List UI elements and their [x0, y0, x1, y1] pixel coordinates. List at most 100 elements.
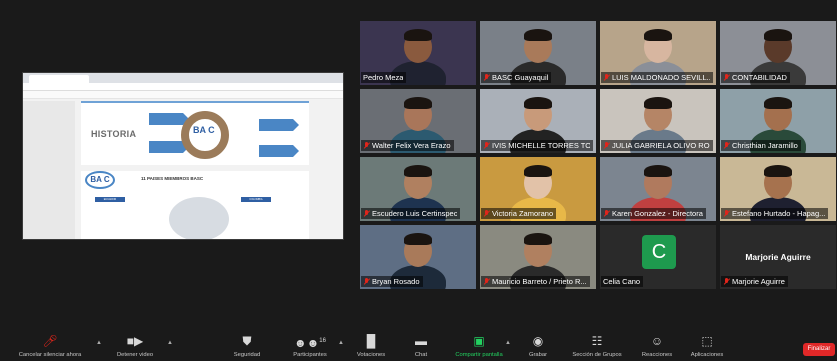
chevron-up-icon[interactable]: ▲ — [96, 340, 102, 346]
polls-button[interactable]: ▐▌ Votaciones — [348, 330, 394, 361]
participant-name-tag: IVIS MICHELLE TORRES TO... — [481, 140, 593, 151]
chevron-up-icon[interactable]: ▲ — [338, 340, 344, 346]
mic-muted-icon — [723, 73, 730, 82]
smiley-icon: ☺ — [650, 334, 664, 348]
participant-hair — [644, 97, 672, 109]
participant-hair — [404, 165, 432, 177]
end-meeting-button[interactable]: Finalizar — [803, 343, 835, 356]
slide-arrow — [259, 119, 299, 131]
participant-hair — [404, 29, 432, 41]
polls-label: Votaciones — [356, 352, 386, 358]
chevron-up-icon[interactable]: ▲ — [505, 340, 511, 346]
avatar: C — [642, 235, 676, 269]
participant-tile[interactable]: Christhian Jaramillo — [720, 89, 836, 153]
mic-muted-icon — [723, 209, 730, 218]
slide-paises: BA C 11 PAISES MIEMBROS BASC ECUADOR COL… — [81, 171, 309, 239]
chevron-up-icon[interactable]: ▲ — [167, 340, 173, 346]
stop-video-label: Detener video — [116, 352, 154, 358]
browser-url-bar — [23, 83, 343, 91]
participant-name: Victoria Zamorano — [492, 209, 554, 218]
basc-logo: BA C — [193, 125, 215, 135]
participant-name: Mauricio Barreto / Prieto R... — [492, 277, 587, 286]
participants-button[interactable]: ☻☻16 Participantes — [282, 330, 338, 361]
mic-muted-icon — [723, 277, 730, 286]
participant-tile[interactable]: Bryan Rosado — [360, 225, 476, 289]
participant-tile[interactable]: LUIS MALDONADO SEVILL... — [600, 21, 716, 85]
participant-name-tag: Celia Cano — [601, 276, 644, 287]
participant-name: LUIS MALDONADO SEVILL... — [612, 73, 710, 82]
unmute-button[interactable]: 🎤︎ Cancelar silenciar ahora — [19, 330, 82, 361]
participant-tile[interactable]: CONTABILIDAD — [720, 21, 836, 85]
slide-arrow — [149, 113, 189, 125]
participant-hair — [404, 97, 432, 109]
participant-name-tag: CONTABILIDAD — [721, 72, 790, 83]
stop-video-button[interactable]: ■▶ Detener video — [110, 330, 160, 361]
country-pill: ECUADOR — [95, 197, 125, 202]
participant-tile[interactable]: BASC Guayaquil — [480, 21, 596, 85]
participant-tile[interactable]: Victoria Zamorano — [480, 157, 596, 221]
participant-hair — [524, 97, 552, 109]
shield-icon: ⛊ — [242, 334, 252, 348]
mic-muted-icon — [483, 277, 490, 286]
country-pill: COLOMBIA — [241, 197, 271, 202]
slide-historia: HISTORIA BA C — [81, 101, 309, 165]
video-camera-icon: ■▶ — [126, 334, 144, 348]
unmute-label: Cancelar silenciar ahora — [18, 352, 82, 358]
share-screen-icon: ▣ — [473, 334, 485, 348]
meeting-toolbar: 🎤︎ Cancelar silenciar ahora ▲ ■▶ Detener… — [0, 330, 837, 361]
participant-tile[interactable]: Karen Gonzalez - Directora — [600, 157, 716, 221]
participant-tile[interactable]: JULIA GABRIELA OLIVO RO... — [600, 89, 716, 153]
share-screen-button[interactable]: ▣ Compartir pantalla — [448, 330, 510, 361]
participant-name-tag: Marjorie Aguirre — [721, 276, 788, 287]
mic-muted-icon — [603, 73, 610, 82]
participant-name-tag: Estefano Hurtado - Hapag... — [721, 208, 829, 219]
mic-muted-icon — [363, 141, 370, 150]
participant-tile[interactable]: Marjorie Aguirre Marjorie Aguirre — [720, 225, 836, 289]
participant-tile[interactable]: C Celia Cano — [600, 225, 716, 289]
browser-tab-bar — [23, 73, 343, 83]
participant-tile[interactable]: Walter Felix Vera Erazo — [360, 89, 476, 153]
chat-bubble-icon: ▬ — [415, 334, 427, 348]
participant-name-tag: Victoria Zamorano — [481, 208, 557, 219]
participant-tile[interactable]: IVIS MICHELLE TORRES TO... — [480, 89, 596, 153]
reactions-button[interactable]: ☺ Reacciones — [636, 330, 678, 361]
participant-tile[interactable]: Mauricio Barreto / Prieto R... — [480, 225, 596, 289]
participant-name: Bryan Rosado — [372, 277, 420, 286]
mic-muted-icon — [603, 209, 610, 218]
chat-label: Chat — [414, 352, 428, 358]
browser-bookmarks-bar — [23, 91, 343, 99]
grid-icon: ☷ — [591, 334, 603, 348]
participants-count: 16 — [319, 338, 326, 344]
chat-button[interactable]: ▬ Chat — [404, 330, 438, 361]
participant-hair — [644, 29, 672, 41]
participant-hair — [644, 165, 672, 177]
apps-button[interactable]: ⬚ Aplicaciones — [684, 330, 730, 361]
participant-gallery: Pedro Meza BASC Guayaquil LUIS MALDONADO S… — [360, 21, 837, 291]
record-icon: ◉ — [532, 334, 544, 348]
mic-muted-icon — [603, 141, 610, 150]
apps-label: Aplicaciones — [690, 352, 724, 358]
participant-name: Walter Felix Vera Erazo — [372, 141, 451, 150]
shared-screen-view[interactable]: HISTORIA BA C BA C 11 PAISES MIEMBROS BA… — [22, 72, 344, 240]
participant-tile[interactable]: Pedro Meza — [360, 21, 476, 85]
participant-hair — [764, 97, 792, 109]
participant-name-tag: Mauricio Barreto / Prieto R... — [481, 276, 590, 287]
participant-hair — [404, 233, 432, 245]
participant-name-tag: LUIS MALDONADO SEVILL... — [601, 72, 713, 83]
record-button[interactable]: ◉ Grabar — [520, 330, 556, 361]
participant-tile[interactable]: Estefano Hurtado - Hapag... — [720, 157, 836, 221]
participant-name: IVIS MICHELLE TORRES TO... — [492, 141, 590, 150]
hands-circle-graphic — [181, 111, 229, 159]
participant-name-tag: Pedro Meza — [361, 72, 407, 83]
participant-name: BASC Guayaquil — [492, 73, 549, 82]
security-button[interactable]: ⛊ Seguridad — [222, 330, 272, 361]
participant-name: CONTABILIDAD — [732, 73, 787, 82]
breakout-rooms-button[interactable]: ☷ Sección de Grupos — [564, 330, 630, 361]
slide-arrow — [259, 145, 299, 157]
people-icon: ☻☻16 — [294, 336, 326, 350]
slide-thumbnail-panel — [23, 101, 75, 239]
participant-hair — [764, 165, 792, 177]
participant-tile[interactable]: Escudero Luis Certinspec — [360, 157, 476, 221]
mic-muted-icon — [363, 209, 370, 218]
mic-muted-icon: 🎤︎ — [42, 334, 58, 348]
